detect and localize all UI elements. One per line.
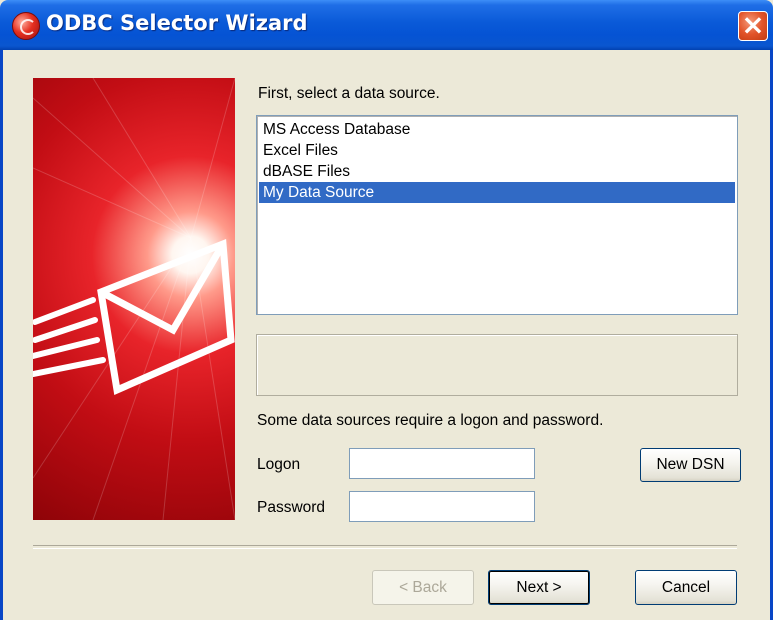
list-item-selected[interactable]: My Data Source: [259, 182, 735, 203]
list-item[interactable]: Excel Files: [259, 140, 735, 161]
list-item[interactable]: dBASE Files: [259, 161, 735, 182]
new-dsn-button[interactable]: New DSN: [640, 448, 741, 482]
odbc-selector-wizard-window: ODBC Selector Wizard × First, select a d…: [0, 0, 773, 620]
footer-separator: [33, 545, 737, 549]
close-button[interactable]: ×: [738, 8, 768, 41]
password-field[interactable]: [349, 491, 535, 522]
cancel-label: Cancel: [661, 579, 711, 596]
back-label: < Back: [399, 579, 447, 596]
list-item[interactable]: MS Access Database: [259, 119, 735, 140]
back-button[interactable]: < Back: [372, 570, 474, 605]
logon-label: Logon: [257, 456, 301, 473]
next-button[interactable]: Next >: [488, 570, 590, 605]
password-label: Password: [257, 499, 326, 516]
data-source-info-panel: [256, 334, 738, 396]
window-border-left: [0, 50, 3, 620]
select-data-source-instruction: First, select a data source.: [258, 85, 440, 102]
data-source-list[interactable]: MS Access Database Excel Files dBASE Fil…: [256, 115, 738, 315]
wizard-banner-image: [33, 78, 235, 520]
logon-field[interactable]: [349, 448, 535, 479]
logon-note: Some data sources require a logon and pa…: [257, 412, 604, 429]
odbc-app-icon: [12, 12, 40, 40]
cancel-button[interactable]: Cancel: [635, 570, 737, 605]
window-title: ODBC Selector Wizard: [46, 11, 308, 35]
close-icon: ×: [741, 8, 765, 41]
title-bar[interactable]: ODBC Selector Wizard ×: [0, 0, 773, 50]
next-label: Next >: [516, 579, 562, 596]
email-envelope-graphic: [33, 78, 235, 520]
new-dsn-label: New DSN: [656, 456, 725, 473]
